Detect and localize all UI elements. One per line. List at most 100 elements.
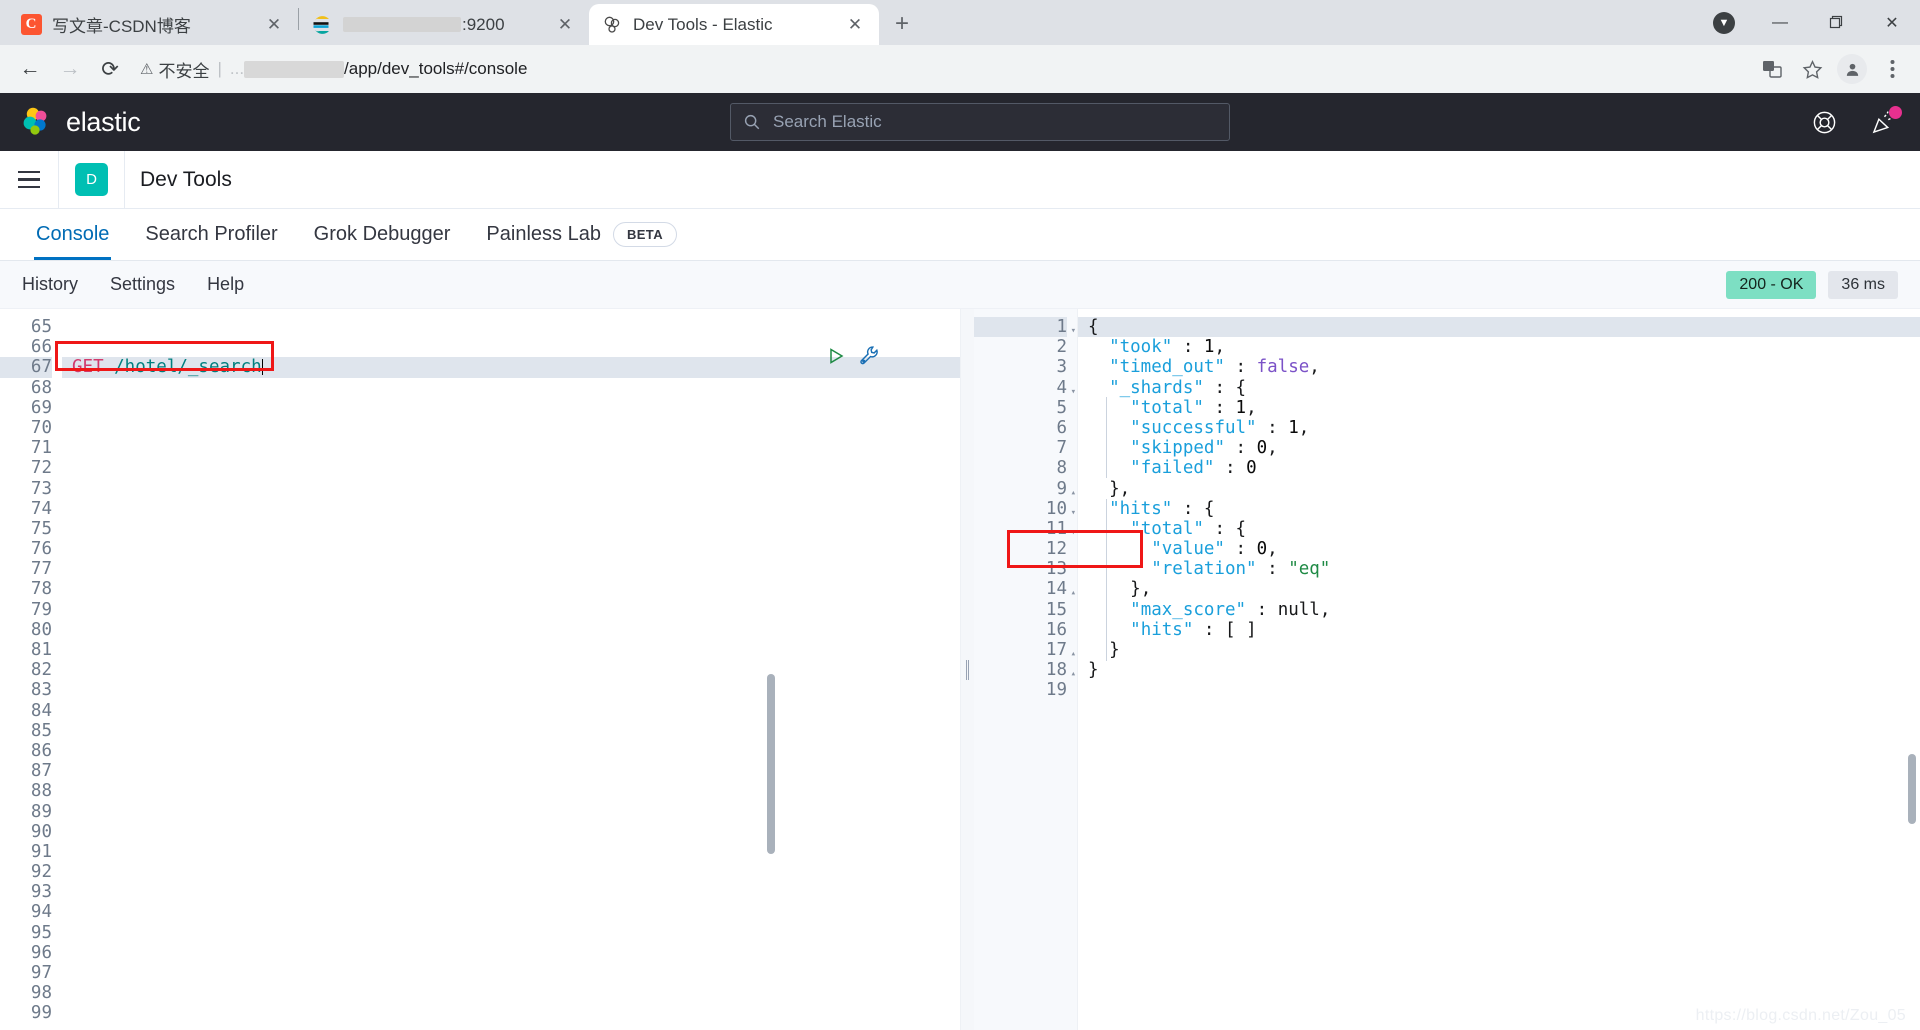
editor-scrollbar[interactable] xyxy=(767,674,775,854)
fold-toggle-icon[interactable]: ▾ xyxy=(1071,321,1076,341)
tab-painless-lab[interactable]: Painless Lab BETA xyxy=(468,209,695,260)
close-window-button[interactable]: ✕ xyxy=(1864,0,1920,45)
browser-tab-csdn[interactable]: C 写文章-CSDN博客 ✕ xyxy=(8,4,298,45)
global-search-bar[interactable]: Search Elastic xyxy=(730,103,1230,141)
request-line[interactable] xyxy=(62,620,960,640)
request-line[interactable] xyxy=(62,680,960,700)
response-line-number: 5 xyxy=(1056,397,1067,418)
request-line[interactable] xyxy=(62,539,960,559)
response-line-number: 13 xyxy=(1045,559,1067,580)
elastic-logo[interactable]: elastic xyxy=(20,105,141,139)
request-line[interactable] xyxy=(62,983,960,1003)
tab-grok-debugger[interactable]: Grok Debugger xyxy=(296,209,469,260)
request-line[interactable] xyxy=(62,438,960,458)
download-indicator-icon[interactable]: ▼ xyxy=(1696,0,1752,45)
line-number: 94 xyxy=(30,902,52,923)
reload-button[interactable]: ⟳ xyxy=(90,49,130,89)
request-line[interactable] xyxy=(62,479,960,499)
fold-toggle-icon[interactable]: ▴ xyxy=(1071,583,1076,603)
play-triangle-icon[interactable] xyxy=(826,346,846,371)
line-number: 84 xyxy=(30,700,52,721)
json-space xyxy=(1246,539,1257,559)
request-line[interactable] xyxy=(62,842,960,862)
tab-close-icon[interactable]: ✕ xyxy=(553,13,577,37)
address-bar[interactable]: ⚠ 不安全 | ... /app/dev_tools#/console xyxy=(140,52,1744,86)
response-line: "relation" : "eq" xyxy=(1078,559,1920,579)
request-line[interactable] xyxy=(62,943,960,963)
announcement-icon[interactable] xyxy=(1871,105,1902,135)
kebab-menu-icon[interactable] xyxy=(1874,51,1910,87)
json-space xyxy=(1236,458,1247,478)
request-line[interactable] xyxy=(62,600,960,620)
fold-toggle-icon[interactable]: ▴ xyxy=(1071,483,1076,503)
hamburger-menu-icon[interactable] xyxy=(0,170,58,189)
fold-toggle-icon[interactable]: ▴ xyxy=(1071,644,1076,664)
request-line[interactable] xyxy=(62,519,960,539)
request-line[interactable] xyxy=(62,499,960,519)
request-line[interactable] xyxy=(62,660,960,680)
tab-close-icon[interactable]: ✕ xyxy=(843,13,867,37)
request-line[interactable] xyxy=(62,579,960,599)
request-line[interactable] xyxy=(62,701,960,721)
request-line[interactable] xyxy=(62,923,960,943)
request-line[interactable] xyxy=(62,761,960,781)
request-editor[interactable]: 65 66 67 68 69 70 71 72 73 74 75 76 77 78 79 80 81 82 83 84… xyxy=(0,309,960,1030)
request-editor-pane[interactable]: 65 66 67 68 69 70 71 72 73 74 75 76 77 78 79 80 81 82 83 84… xyxy=(0,309,960,1030)
kibana-icon xyxy=(601,14,623,36)
translate-icon[interactable] xyxy=(1754,51,1790,87)
json-key: "hits" xyxy=(1130,619,1194,640)
response-line-number: 3 xyxy=(1056,357,1067,378)
tab-console[interactable]: Console xyxy=(18,209,127,260)
csdn-icon: C xyxy=(20,14,42,36)
response-scrollbar[interactable] xyxy=(1908,754,1916,824)
minimize-button[interactable]: — xyxy=(1752,0,1808,45)
request-line[interactable] xyxy=(62,458,960,478)
app-chrome-bar: D Dev Tools xyxy=(0,150,1920,209)
response-pane[interactable]: 1 ▾ 2 3 4 ▾ 5 6 7 8 9 ▴ 10 ▾ 11 ▾ 12 13 14 ▴ 15 16 17 ▴ 18 ▴ 19 { … xyxy=(974,309,1920,1030)
request-line[interactable] xyxy=(62,721,960,741)
json-punct: , xyxy=(1267,438,1278,459)
request-line[interactable] xyxy=(62,418,960,438)
new-tab-button[interactable]: + xyxy=(885,7,919,41)
request-line[interactable] xyxy=(62,781,960,801)
pane-resizer[interactable] xyxy=(960,309,974,1030)
browser-tab-devtools[interactable]: Dev Tools - Elastic ✕ xyxy=(589,4,879,45)
request-line[interactable] xyxy=(62,398,960,418)
request-line[interactable] xyxy=(62,822,960,842)
person-icon[interactable] xyxy=(1834,51,1870,87)
fold-toggle-icon[interactable]: ▾ xyxy=(1071,503,1076,523)
json-space xyxy=(1088,378,1109,398)
request-line[interactable] xyxy=(62,862,960,882)
request-line[interactable] xyxy=(62,882,960,902)
browser-tab-elasticsearch[interactable]: :9200 ✕ xyxy=(299,4,589,45)
request-line[interactable] xyxy=(62,741,960,761)
lifebuoy-icon[interactable] xyxy=(1812,110,1837,135)
request-line[interactable] xyxy=(62,1003,960,1023)
help-button[interactable]: Help xyxy=(207,274,244,295)
request-line[interactable] xyxy=(62,902,960,922)
wrench-icon[interactable] xyxy=(859,345,880,371)
tab-search-profiler[interactable]: Search Profiler xyxy=(127,209,295,260)
history-button[interactable]: History xyxy=(22,274,78,295)
request-line[interactable] xyxy=(62,317,960,337)
response-viewer[interactable]: 1 ▾ 2 3 4 ▾ 5 6 7 8 9 ▴ 10 ▾ 11 ▾ 12 13 14 ▴ 15 16 17 ▴ 18 ▴ 19 { … xyxy=(974,309,1920,1030)
request-line[interactable] xyxy=(62,640,960,660)
fold-toggle-icon[interactable]: ▾ xyxy=(1071,523,1076,543)
console-split-view: 65 66 67 68 69 70 71 72 73 74 75 76 77 78 79 80 81 82 83 84… xyxy=(0,309,1920,1030)
star-icon[interactable] xyxy=(1794,51,1830,87)
fold-toggle-icon[interactable]: ▴ xyxy=(1071,664,1076,684)
back-button[interactable]: ← xyxy=(10,49,50,89)
indent-guide xyxy=(1106,397,1107,478)
json-space xyxy=(1193,499,1204,519)
request-line[interactable] xyxy=(62,378,960,398)
editor-content[interactable]: GET /hotel/_search xyxy=(62,309,960,1030)
request-line[interactable] xyxy=(62,802,960,822)
request-line[interactable] xyxy=(62,559,960,579)
maximize-button[interactable] xyxy=(1808,0,1864,45)
tab-close-icon[interactable]: ✕ xyxy=(262,13,286,37)
json-punct: { xyxy=(1203,498,1215,519)
fold-toggle-icon[interactable]: ▾ xyxy=(1071,382,1076,402)
settings-button[interactable]: Settings xyxy=(110,274,175,295)
line-number: 80 xyxy=(30,619,52,640)
request-line[interactable] xyxy=(62,963,960,983)
